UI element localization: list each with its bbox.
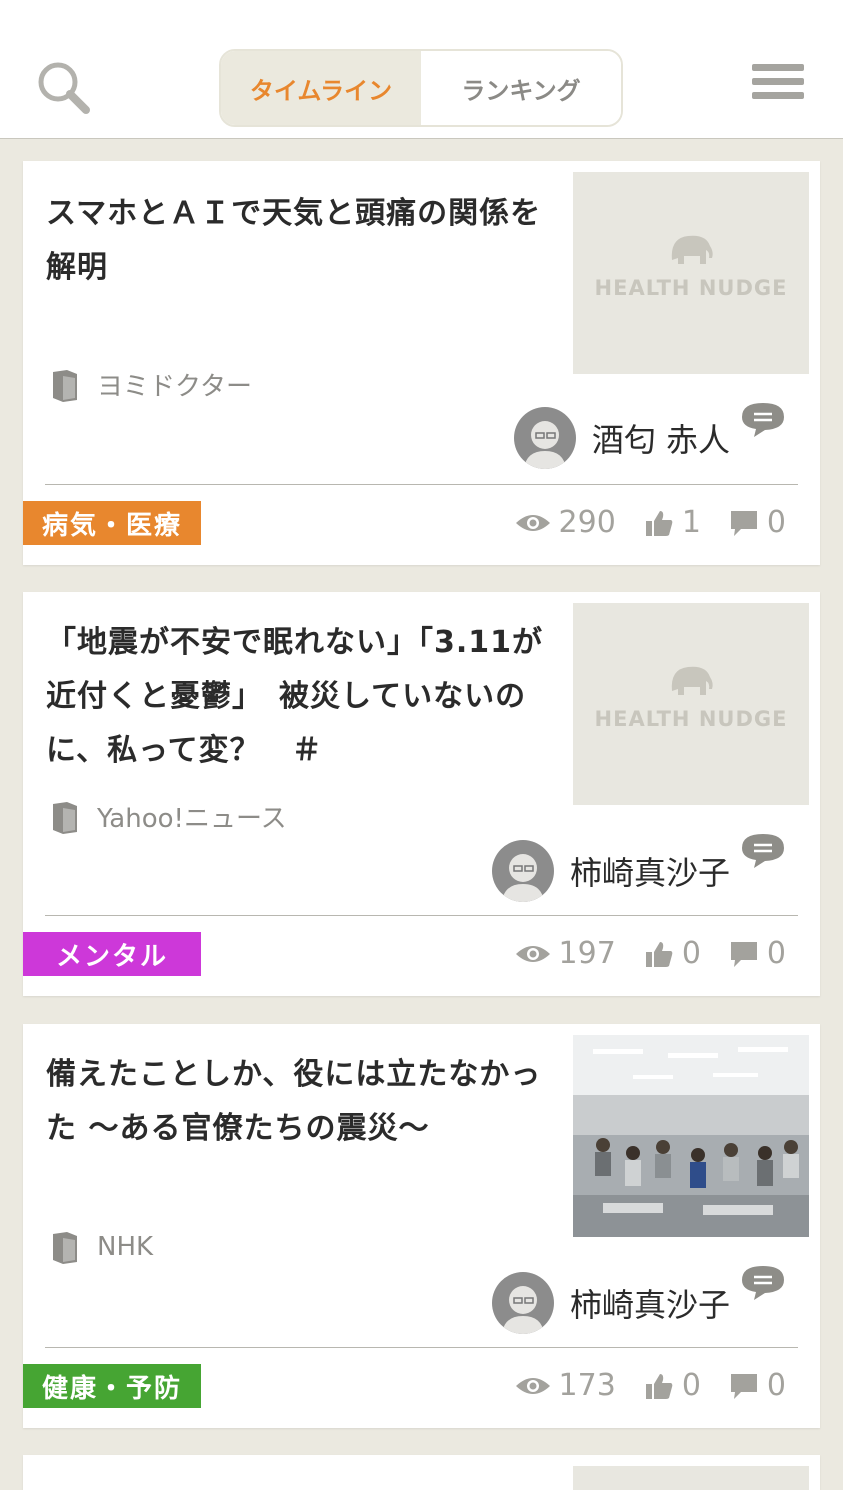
- article-card[interactable]: 備えたことしか、役には立たなかった ～ある官僚たちの震災～ NHK 柿崎真沙子 …: [23, 1024, 820, 1428]
- elephant-logo-icon: [671, 235, 713, 264]
- source-name: ヨミドクター: [97, 372, 252, 402]
- book-icon: [53, 369, 77, 402]
- views-stat: 290: [515, 505, 616, 540]
- divider: [45, 915, 798, 916]
- avatar: [513, 407, 576, 469]
- likes-count: 1: [681, 505, 701, 540]
- article-thumbnail[interactable]: HEALTH NUDGE: [573, 603, 809, 805]
- app-header: タイムライン ランキング: [0, 0, 843, 139]
- placeholder-logo-text: HEALTH NUDGE: [594, 276, 788, 300]
- article-source: Yahoo!ニュース: [51, 798, 287, 835]
- source-name: Yahoo!ニュース: [97, 804, 287, 834]
- comment-bubble-icon[interactable]: [740, 832, 786, 870]
- article-author[interactable]: 柿崎真沙子: [491, 1272, 730, 1334]
- category-tag[interactable]: メンタル: [23, 932, 201, 976]
- view-tabs: タイムライン ランキング: [219, 49, 623, 127]
- likes-count: 0: [681, 936, 701, 971]
- article-stats: 290 1 0: [487, 505, 786, 540]
- article-thumbnail[interactable]: HEALTH NUDGE: [573, 172, 809, 374]
- comment-icon: [730, 941, 757, 967]
- article-title[interactable]: 「地震が不安で眠れない」「3.11が近付くと憂鬱」 被災していないのに、私って変…: [46, 616, 566, 778]
- article-author[interactable]: 柿崎真沙子: [491, 840, 730, 902]
- article-author[interactable]: 酒匂 赤人: [513, 407, 730, 469]
- elephant-logo-icon: [671, 666, 713, 695]
- article-card[interactable]: スマホとＡＩで天気と頭痛の関係を解明 HEALTH NUDGE ヨミドクター 酒…: [23, 161, 820, 565]
- divider: [45, 1347, 798, 1348]
- views-count: 290: [558, 505, 616, 540]
- comments-count: 0: [766, 505, 786, 540]
- comment-icon: [730, 1373, 757, 1399]
- likes-count: 0: [681, 1368, 701, 1403]
- author-name: 柿崎真沙子: [569, 1286, 730, 1324]
- article-stats: 173 0 0: [487, 1368, 786, 1403]
- comment-bubble-icon[interactable]: [740, 401, 786, 439]
- article-card[interactable]: [23, 1455, 820, 1490]
- comments-count: 0: [766, 936, 786, 971]
- eye-icon: [515, 945, 550, 962]
- category-tag[interactable]: 健康・予防: [23, 1364, 201, 1408]
- article-source: NHK: [51, 1230, 153, 1264]
- comment-bubble-icon[interactable]: [740, 1264, 786, 1302]
- menu-icon: [752, 64, 804, 71]
- article-title[interactable]: スマホとＡＩで天気と頭痛の関係を解明: [46, 187, 566, 295]
- article-stats: 197 0 0: [487, 936, 786, 971]
- comments-stat[interactable]: 0: [729, 936, 786, 971]
- author-name: 酒匂 赤人: [591, 421, 730, 459]
- views-stat: 173: [515, 1368, 616, 1403]
- thumbs-up-icon: [645, 941, 673, 967]
- thumbs-up-icon: [645, 1373, 673, 1399]
- article-card[interactable]: 「地震が不安で眠れない」「3.11が近付くと憂鬱」 被災していないのに、私って変…: [23, 592, 820, 996]
- placeholder-logo: HEALTH NUDGE: [573, 661, 809, 731]
- likes-stat[interactable]: 0: [644, 1368, 701, 1403]
- search-button[interactable]: [34, 58, 94, 118]
- views-count: 197: [558, 936, 616, 971]
- book-icon: [53, 801, 77, 834]
- author-name: 柿崎真沙子: [569, 854, 730, 892]
- article-title[interactable]: 備えたことしか、役には立たなかった ～ある官僚たちの震災～: [46, 1048, 566, 1156]
- article-thumbnail[interactable]: [573, 1466, 809, 1490]
- avatar: [491, 840, 554, 902]
- eye-icon: [515, 514, 550, 531]
- menu-button[interactable]: [752, 64, 804, 104]
- views-count: 173: [558, 1368, 616, 1403]
- avatar: [491, 1272, 554, 1334]
- eye-icon: [515, 1377, 550, 1394]
- category-tag[interactable]: 病気・医療: [23, 501, 201, 545]
- placeholder-logo: HEALTH NUDGE: [573, 230, 809, 300]
- thumbs-up-icon: [645, 510, 673, 536]
- views-stat: 197: [515, 936, 616, 971]
- office-photo: [573, 1035, 809, 1237]
- comment-icon: [730, 510, 757, 536]
- comments-count: 0: [766, 1368, 786, 1403]
- search-icon: [38, 62, 90, 114]
- article-source: ヨミドクター: [51, 366, 252, 403]
- likes-stat[interactable]: 0: [644, 936, 701, 971]
- tab-timeline[interactable]: タイムライン: [221, 51, 421, 125]
- likes-stat[interactable]: 1: [644, 505, 701, 540]
- divider: [45, 484, 798, 485]
- book-icon: [53, 1232, 77, 1264]
- article-thumbnail[interactable]: [573, 1035, 809, 1237]
- comments-stat[interactable]: 0: [729, 505, 786, 540]
- placeholder-logo-text: HEALTH NUDGE: [594, 707, 788, 731]
- comments-stat[interactable]: 0: [729, 1368, 786, 1403]
- tab-ranking[interactable]: ランキング: [421, 51, 621, 125]
- source-name: NHK: [97, 1232, 154, 1262]
